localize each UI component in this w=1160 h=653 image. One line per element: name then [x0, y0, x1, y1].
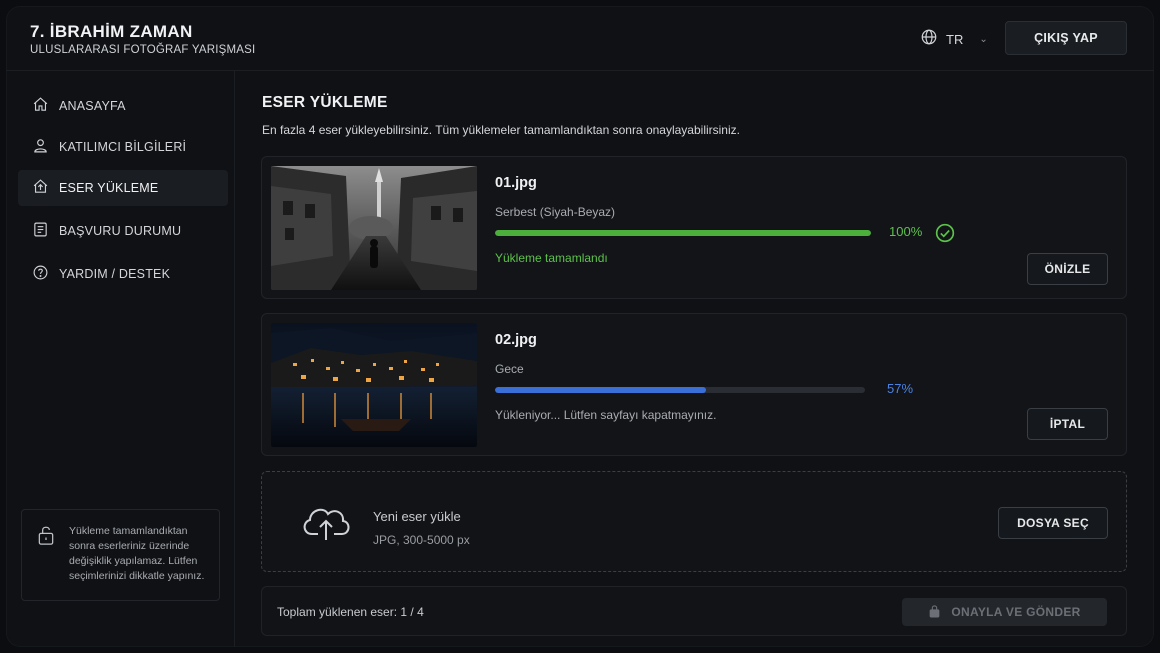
progress-fill	[495, 230, 871, 236]
file-name: 02.jpg	[495, 332, 537, 348]
progress-bar	[495, 387, 865, 393]
user-icon	[32, 137, 49, 157]
globe-icon	[920, 28, 938, 51]
lock-icon	[928, 604, 941, 621]
language-code: TR	[946, 31, 964, 47]
unlock-icon	[36, 524, 56, 551]
sidebar-item-application-status[interactable]: BAŞVURU DURUMU	[18, 213, 228, 249]
page-title: ESER YÜKLEME	[262, 94, 388, 111]
upload-count: Toplam yüklenen eser: 1 / 4	[277, 605, 424, 619]
sidebar-item-label: ANASAYFA	[59, 99, 126, 113]
sidebar: ANASAYFA KATILIMCI BİLGİLERİ ESER YÜKLEM…	[6, 70, 235, 647]
progress-fill	[495, 387, 706, 393]
upload-icon	[32, 178, 49, 198]
sidebar-item-upload[interactable]: ESER YÜKLEME	[18, 170, 228, 206]
choose-file-button[interactable]: DOSYA SEÇ	[998, 507, 1108, 539]
page-description: En fazla 4 eser yükleyebilirsiniz. Tüm y…	[262, 123, 740, 137]
competition-title: 7. İBRAHİM ZAMAN	[30, 22, 193, 41]
sidebar-item-label: BAŞVURU DURUMU	[59, 224, 182, 238]
cancel-button[interactable]: İPTAL	[1027, 408, 1108, 440]
new-upload-title: Yeni eser yükle	[373, 509, 461, 524]
submit-bar: Toplam yüklenen eser: 1 / 4 ONAYLA VE GÖ…	[261, 586, 1127, 636]
sidebar-item-label: KATILIMCI BİLGİLERİ	[59, 140, 187, 154]
sidebar-item-label: YARDIM / DESTEK	[59, 267, 171, 281]
photo-thumbnail	[271, 166, 477, 290]
upload-status: Yükleme tamamlandı	[495, 251, 608, 265]
sidebar-item-home[interactable]: ANASAYFA	[18, 88, 228, 124]
upload-card: 02.jpg Gece 57% Yükleniyor... Lütfen say…	[261, 313, 1127, 456]
info-note: Yükleme tamamlandıktan sonra eserleriniz…	[21, 509, 220, 601]
help-icon	[32, 264, 49, 284]
progress-percent: 57%	[887, 381, 914, 396]
new-upload-hint: JPG, 300-5000 px	[373, 533, 470, 547]
list-icon	[32, 221, 49, 241]
progress-percent: 100%	[889, 224, 923, 239]
competition-subtitle: ULUSLARARASI FOTOĞRAF YARIŞMASI	[30, 44, 256, 56]
top-header: 7. İBRAHİM ZAMAN ULUSLARARASI FOTOĞRAF Y…	[6, 6, 1154, 71]
chevron-down-icon: ⌄	[979, 33, 988, 45]
check-circle-icon	[935, 223, 955, 248]
home-icon	[32, 96, 49, 116]
upload-status: Yükleniyor... Lütfen sayfayı kapatmayını…	[495, 408, 717, 422]
confirm-submit-label: ONAYLA VE GÖNDER	[951, 605, 1081, 619]
language-selector[interactable]: TR ⌄	[920, 29, 988, 49]
new-upload-dropzone[interactable]: Yeni eser yükle JPG, 300-5000 px DOSYA S…	[261, 471, 1127, 572]
sidebar-item-participant-info[interactable]: KATILIMCI BİLGİLERİ	[18, 129, 228, 165]
file-category: Serbest (Siyah-Beyaz)	[495, 205, 616, 219]
cloud-upload-icon	[298, 500, 354, 549]
file-name: 01.jpg	[495, 175, 537, 191]
sidebar-item-label: ESER YÜKLEME	[59, 181, 159, 195]
file-category: Gece	[495, 362, 524, 376]
info-note-text: Yükleme tamamlandıktan sonra eserleriniz…	[69, 525, 205, 582]
preview-button[interactable]: ÖNİZLE	[1027, 253, 1108, 285]
logout-button[interactable]: ÇIKIŞ YAP	[1005, 21, 1127, 55]
app-window: 7. İBRAHİM ZAMAN ULUSLARARASI FOTOĞRAF Y…	[6, 6, 1154, 647]
photo-thumbnail	[271, 323, 477, 447]
sidebar-item-help[interactable]: YARDIM / DESTEK	[18, 256, 228, 292]
upload-card: 01.jpg Serbest (Siyah-Beyaz) 100% Yüklem…	[261, 156, 1127, 299]
progress-bar	[495, 230, 871, 236]
confirm-submit-button[interactable]: ONAYLA VE GÖNDER	[902, 598, 1107, 626]
